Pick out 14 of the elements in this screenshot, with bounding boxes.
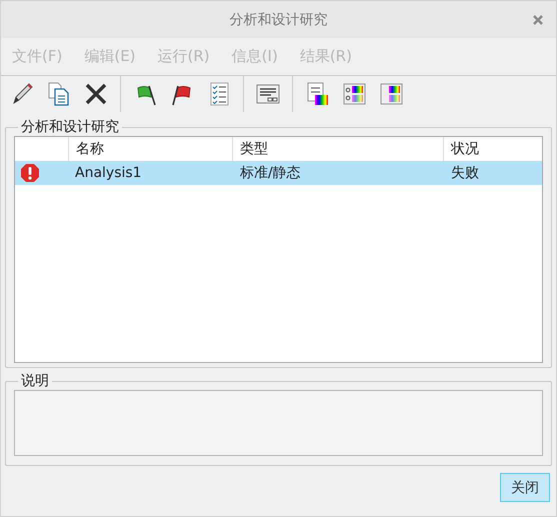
results-icon[interactable] [341,81,367,107]
table-cell-text: Analysis1 [74,164,143,183]
group-title: 说明 [20,372,50,390]
table-cell-text: 失败 [450,164,480,183]
group-title: 分析和设计研究 [20,118,120,136]
close-button[interactable]: 关闭 [500,473,550,502]
column-header[interactable]: 状况 [444,137,542,161]
table-cell-text: 标准/静态 [239,164,302,183]
window-title: 分析和设计研究 [230,10,328,28]
table-row[interactable]: Analysis1 标准/静态 失败 [15,161,542,185]
close-icon[interactable] [532,14,544,26]
delete-icon[interactable] [83,81,109,107]
results-icon[interactable] [378,81,404,107]
description-field[interactable] [14,390,543,456]
